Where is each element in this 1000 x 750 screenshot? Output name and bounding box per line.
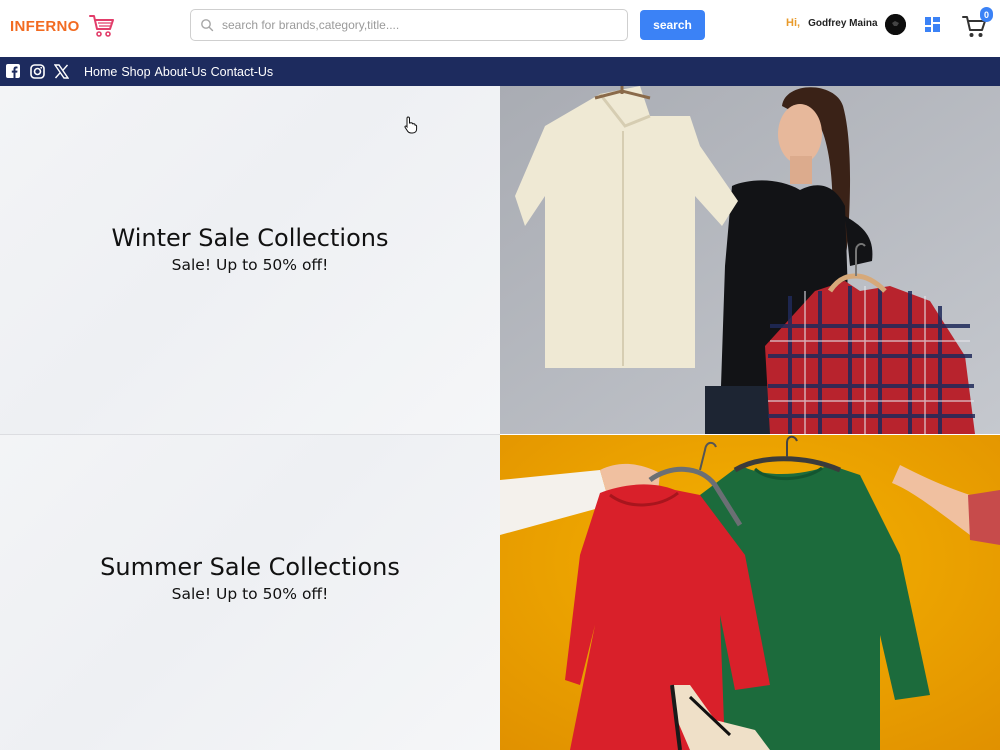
instagram-icon[interactable]	[30, 63, 46, 80]
brand-name[interactable]: INFERNO	[10, 18, 80, 35]
winter-sale-banner: Winter Sale Collections Sale! Up to 50% …	[0, 86, 1000, 434]
nav-link-home[interactable]: Home	[84, 65, 117, 79]
search-input[interactable]	[222, 18, 612, 32]
banner-title: Summer Sale Collections	[100, 552, 400, 581]
brand-logo[interactable]: INFERNO	[10, 13, 116, 39]
banner-subtitle: Sale! Up to 50% off!	[171, 584, 329, 603]
nav-link-contact-us[interactable]: Contact-Us	[211, 65, 274, 79]
summer-sale-banner: Summer Sale Collections Sale! Up to 50% …	[0, 435, 1000, 750]
greeting-text: Hi,	[786, 17, 801, 29]
user-greeting: Hi, Godfrey Maina	[786, 17, 878, 29]
dashboard-icon[interactable]	[925, 17, 940, 32]
cart-button[interactable]: 0	[962, 7, 993, 40]
banner-title: Winter Sale Collections	[111, 224, 389, 252]
nav-link-about-us[interactable]: About-Us	[155, 65, 207, 79]
social-links	[6, 63, 78, 80]
x-icon[interactable]	[54, 63, 70, 80]
search-button[interactable]: search	[640, 10, 705, 40]
avatar[interactable]	[885, 14, 906, 35]
search-icon	[201, 19, 214, 32]
main-navbar: Home Shop About-Us Contact-Us	[0, 57, 1000, 86]
avatar-image	[885, 14, 906, 35]
search-box	[190, 9, 628, 41]
nav-links: Home Shop About-Us Contact-Us	[84, 65, 277, 79]
banner-text-panel: Winter Sale Collections Sale! Up to 50% …	[0, 86, 500, 434]
brand-cart-icon	[88, 15, 114, 37]
user-name[interactable]: Godfrey Maina	[808, 18, 877, 29]
pointer-cursor-icon	[404, 116, 418, 134]
banner-text-panel: Summer Sale Collections Sale! Up to 50% …	[0, 435, 500, 750]
woman-holding-shirts-photo	[500, 86, 1000, 434]
hands-holding-dresses-photo	[500, 435, 1000, 750]
cart-count-badge: 0	[980, 7, 993, 22]
top-header: INFERNO search Hi, Godfrey Maina	[0, 0, 1000, 52]
nav-link-shop[interactable]: Shop	[121, 65, 150, 79]
banner-subtitle: Sale! Up to 50% off!	[171, 256, 329, 274]
facebook-icon[interactable]	[6, 63, 22, 80]
